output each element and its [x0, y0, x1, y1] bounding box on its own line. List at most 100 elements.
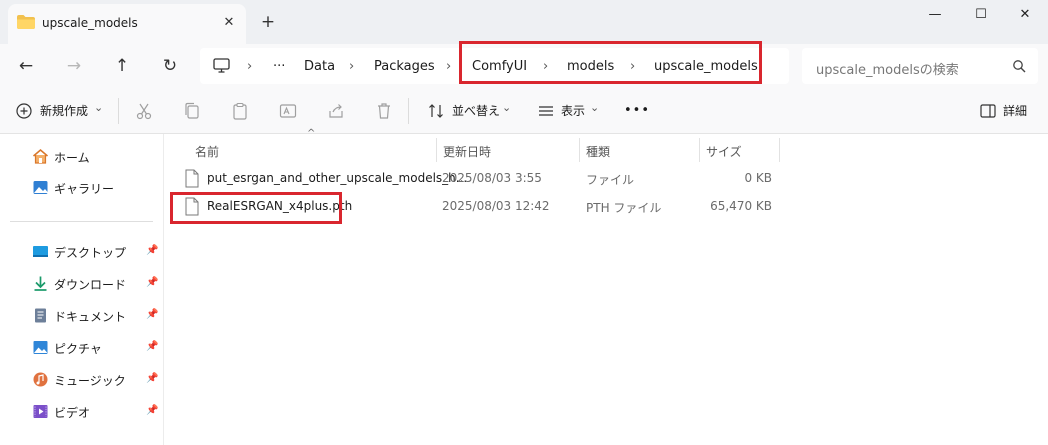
command-bar: 新規作成 ⌄ 並べ替え ⌄ 表示 ⌄ ••• 詳細: [0, 88, 1048, 134]
column-type-label: 種類: [586, 145, 611, 159]
chevron-down-icon: ⌄: [502, 101, 512, 114]
close-tab-icon[interactable]: ✕: [218, 12, 240, 34]
file-date: 2025/08/03 12:42: [442, 199, 550, 213]
search-placeholder: upscale_modelsの検索: [816, 63, 959, 78]
new-label: 新規作成: [40, 104, 89, 118]
new-tab-button[interactable]: +: [257, 11, 279, 33]
pin-icon[interactable]: 📌: [146, 405, 158, 416]
tab-upscale-models[interactable]: upscale_models ✕: [8, 4, 246, 44]
file-name: RealESRGAN_x4plus.pth: [207, 199, 353, 213]
search-icon[interactable]: [1012, 59, 1026, 73]
breadcrumb-more[interactable]: ···: [273, 59, 285, 74]
refresh-button[interactable]: ↻: [156, 52, 184, 80]
desktop-icon: [33, 246, 48, 257]
view-list-icon: [539, 106, 553, 116]
sidebar-item-label: デスクトップ: [54, 246, 127, 260]
sidebar-item-pictures[interactable]: ピクチャ 📌: [32, 337, 160, 359]
more-options-button[interactable]: •••: [624, 99, 650, 123]
pin-icon[interactable]: 📌: [146, 245, 158, 256]
sort-button[interactable]: 並べ替え ⌄: [424, 99, 516, 123]
column-name-label: 名前: [195, 145, 220, 159]
video-icon: [33, 405, 48, 418]
document-icon: [35, 308, 46, 323]
home-icon: [32, 148, 49, 164]
sort-ascending-icon: ^: [307, 128, 316, 139]
view-label: 表示: [561, 104, 586, 118]
trash-icon[interactable]: [374, 101, 394, 121]
column-size-label: サイズ: [706, 145, 742, 159]
column-divider[interactable]: [699, 138, 700, 162]
paste-icon[interactable]: [230, 101, 250, 121]
breadcrumb-models[interactable]: models: [567, 59, 614, 74]
file-name: put_esrgan_and_other_upscale_models_h...: [207, 171, 468, 185]
rename-icon[interactable]: [278, 101, 298, 121]
folder-icon: [17, 15, 35, 29]
breadcrumb-separator: ›: [630, 59, 636, 74]
breadcrumb-separator: ›: [446, 59, 452, 74]
title-bar: upscale_models ✕ + — ☐ ✕: [0, 0, 1048, 44]
breadcrumb-upscale-models[interactable]: upscale_models: [654, 59, 758, 74]
sidebar-item-music[interactable]: ミュージック 📌: [32, 369, 160, 391]
sidebar-item-downloads[interactable]: ダウンロード 📌: [32, 273, 160, 295]
download-icon: [34, 276, 47, 291]
maximize-button[interactable]: ☐: [958, 0, 1004, 30]
breadcrumb-separator: ›: [247, 59, 253, 74]
details-pane-icon: [980, 104, 996, 118]
sidebar-item-gallery[interactable]: ギャラリー: [32, 177, 160, 199]
file-date: 2025/08/03 3:55: [442, 171, 542, 185]
file-row[interactable]: put_esrgan_and_other_upscale_models_h...…: [173, 166, 933, 192]
sort-label: 並べ替え: [452, 104, 501, 118]
file-icon: [185, 197, 199, 216]
pin-icon[interactable]: 📌: [146, 373, 158, 384]
tab-title: upscale_models: [42, 16, 138, 30]
breadcrumb-comfyui[interactable]: ComfyUI: [472, 59, 527, 74]
sidebar-item-label: ミュージック: [54, 374, 126, 388]
cut-icon[interactable]: [134, 101, 154, 121]
navigation-pane: ホーム ギャラリー デスクトップ 📌 ダウンロード 📌 ドキュメント 📌 ピクチ…: [0, 134, 164, 445]
column-header-size[interactable]: サイズ: [706, 140, 742, 164]
new-button[interactable]: 新規作成 ⌄: [10, 99, 106, 123]
column-divider[interactable]: [779, 138, 780, 162]
sidebar-item-label: ホーム: [54, 151, 90, 165]
pin-icon[interactable]: 📌: [146, 341, 158, 352]
back-button[interactable]: ←: [12, 52, 40, 80]
column-header-date[interactable]: 更新日時: [443, 140, 491, 164]
close-window-button[interactable]: ✕: [1002, 0, 1048, 30]
divider: [118, 98, 119, 124]
breadcrumb-data[interactable]: Data: [304, 59, 335, 74]
chevron-down-icon: ⌄: [94, 101, 104, 114]
column-date-label: 更新日時: [443, 145, 492, 159]
file-icon: [185, 169, 199, 188]
view-button[interactable]: 表示 ⌄: [534, 99, 604, 123]
column-divider[interactable]: [579, 138, 580, 162]
copy-icon[interactable]: [182, 101, 202, 121]
navigation-bar: ← → ↑ ↻ › ··· Data › Packages › ComfyUI …: [0, 44, 1048, 88]
music-icon: [33, 372, 48, 387]
sidebar-item-desktop[interactable]: デスクトップ 📌: [32, 241, 160, 263]
file-size: 0 KB: [744, 171, 772, 185]
sidebar-item-label: ピクチャ: [54, 342, 102, 356]
file-row[interactable]: RealESRGAN_x4plus.pth 2025/08/03 12:42 P…: [173, 194, 933, 220]
column-header-type[interactable]: 種類: [586, 140, 610, 164]
minimize-button[interactable]: —: [912, 0, 958, 30]
share-icon[interactable]: [326, 101, 346, 121]
address-bar[interactable]: › ··· Data › Packages › ComfyUI › models…: [200, 48, 789, 84]
sidebar-item-label: ドキュメント: [54, 310, 127, 324]
column-divider[interactable]: [436, 138, 437, 162]
sidebar-item-home[interactable]: ホーム: [32, 146, 160, 168]
details-label: 詳細: [1003, 104, 1028, 118]
sidebar-item-label: ギャラリー: [54, 182, 115, 196]
file-list: 名前 ^ 更新日時 種類 サイズ put_esrgan_and_other_up…: [165, 128, 1048, 445]
pin-icon[interactable]: 📌: [146, 309, 158, 320]
breadcrumb-packages[interactable]: Packages: [374, 59, 435, 74]
sidebar-item-documents[interactable]: ドキュメント 📌: [32, 305, 160, 327]
search-box[interactable]: upscale_modelsの検索: [802, 48, 1038, 84]
up-button[interactable]: ↑: [108, 52, 136, 80]
pin-icon[interactable]: 📌: [146, 277, 158, 288]
details-button[interactable]: 詳細: [976, 99, 1036, 123]
sidebar-item-videos[interactable]: ビデオ 📌: [32, 401, 160, 423]
column-header-name[interactable]: 名前: [195, 140, 219, 164]
sidebar-item-label: ダウンロード: [54, 278, 127, 292]
file-size: 65,470 KB: [710, 199, 772, 213]
forward-button[interactable]: →: [60, 52, 88, 80]
